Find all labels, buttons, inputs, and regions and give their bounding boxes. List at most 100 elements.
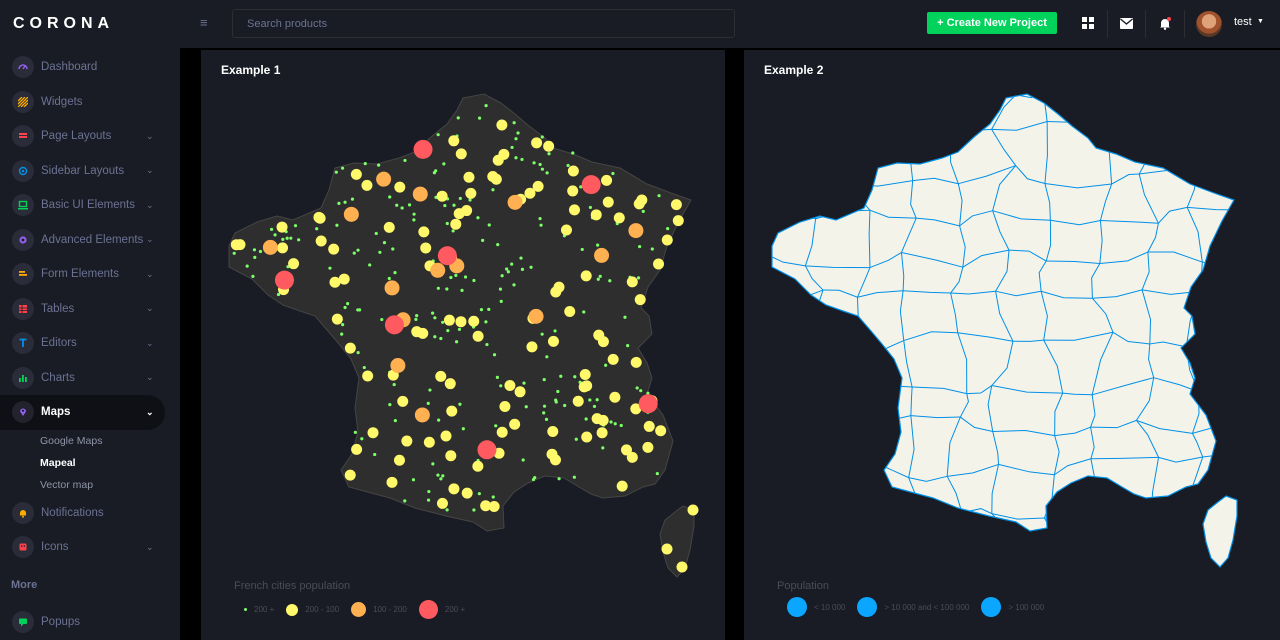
sidebar-item-label: Charts [41,371,75,384]
department-border [823,85,864,88]
city-bubble-xlarge [413,139,433,159]
city-dot-small [426,498,431,502]
department-border [801,501,806,531]
avatar[interactable] [1196,11,1222,37]
city-bubble-large [262,239,278,255]
city-dot-small [477,116,482,120]
layout-icon [12,125,34,148]
city-bubble-medium [590,209,602,221]
legend-label: < 10 000 [814,602,846,612]
city-dot-small [442,162,446,166]
chevron-down-icon: ⌄ [146,234,154,245]
city-dot-small [245,264,249,268]
department-border [817,387,825,432]
city-bubble-medium [572,395,584,407]
department-border [1197,163,1234,173]
sidebar-item-dashboard[interactable]: Dashboard [0,50,180,85]
city-dot-small [485,342,489,347]
sidebar-item-icons[interactable]: Icons ⌄ [0,530,180,565]
subnav-mapeal[interactable]: Mapeal [0,452,180,474]
sidebar-item-popups[interactable]: Popups [0,605,180,640]
sidebar-item-maps[interactable]: Maps ⌄ [0,395,165,430]
department-border [1240,458,1256,505]
city-bubble-medium [386,476,398,488]
city-bubble-medium [444,378,456,390]
menu-toggle-icon[interactable]: ≡ [200,15,208,30]
city-dot-small [335,223,339,227]
sidebar-item-label: Icons [41,541,69,554]
sidebar-item-editors[interactable]: Editors ⌄ [0,326,180,361]
france-departments-map[interactable] [744,50,1280,640]
department-border [1256,502,1280,505]
city-dot-small [499,384,503,388]
city-bubble-medium [581,431,593,443]
city-bubble-medium [543,140,555,152]
department-border [855,390,862,426]
city-bubble-xlarge [477,440,497,460]
city-dot-small [400,206,404,210]
create-project-button[interactable]: + Create New Project [927,12,1057,34]
department-border [949,94,954,134]
city-dot-small [519,256,523,260]
city-bubble-large [343,206,359,222]
city-bubble-medium [440,430,452,442]
caret-down-icon[interactable]: ▼ [1257,18,1264,25]
city-bubble-medium [461,487,473,499]
city-dot-small [340,166,345,170]
city-dot-small [496,243,500,247]
city-bubble-medium [553,281,565,293]
city-dot-small [353,430,357,434]
department-border [1236,135,1280,141]
city-dot-small [545,355,549,359]
city-dot-small [588,398,592,402]
city-dot-small [539,223,543,227]
brand-logo[interactable]: CORONA [0,0,180,48]
city-bubble-medium [514,386,526,398]
subnav-vector-map[interactable]: Vector map [0,474,180,496]
city-dot-small [382,241,387,245]
city-dot-small [436,473,440,477]
search-input[interactable] [232,9,735,38]
city-dot-small [635,386,639,390]
legend-label: 100 - 200 [373,605,407,614]
sidebar-item-sidebar-layouts[interactable]: Sidebar Layouts ⌄ [0,154,180,189]
sidebar-item-forms[interactable]: Form Elements ⌄ [0,257,180,292]
department-border [1150,513,1187,519]
city-bubble-medium [361,179,373,191]
sidebar-item-tables[interactable]: Tables ⌄ [0,292,180,327]
city-dot-small [598,274,602,278]
icons-icon [12,536,34,559]
city-bubble-medium [331,313,343,325]
user-name[interactable]: test [1234,16,1252,28]
legend-swatch-mid [857,597,878,617]
city-bubble-medium [448,483,460,495]
france-bubble-map[interactable] [201,50,725,640]
city-bubble-medium [616,480,628,492]
city-dot-small [346,302,350,306]
sidebar-item-advanced[interactable]: Advanced Elements ⌄ [0,223,180,258]
subnav-google-maps[interactable]: Google Maps [0,430,180,452]
city-dot-small [341,323,345,327]
city-dot-small [596,277,600,281]
city-dot-small [427,489,431,494]
city-dot-small [360,437,364,441]
department-border [1101,518,1107,531]
city-bubble-medium [547,426,559,438]
city-dot-small [532,161,536,165]
city-bubble-medium [411,326,423,338]
city-dot-small [258,249,263,254]
sidebar-item-charts[interactable]: Charts ⌄ [0,361,180,396]
sidebar-item-widgets[interactable]: Widgets [0,85,180,120]
sidebar-item-notifications[interactable]: Notifications [0,496,180,531]
bell-icon[interactable] [1155,13,1175,33]
city-bubble-medium [613,212,625,224]
department-border [1248,505,1257,551]
mail-icon[interactable] [1116,13,1136,33]
city-dot-small [487,307,491,311]
grid-icon[interactable] [1078,13,1098,33]
sidebar-item-page-layouts[interactable]: Page Layouts ⌄ [0,119,180,154]
sidebar: CORONA Dashboard Widgets Page Layouts ⌄ S… [0,0,180,640]
city-bubble-medium [463,171,475,183]
sidebar-item-basic-ui[interactable]: Basic UI Elements ⌄ [0,188,180,223]
city-bubble-medium [687,504,699,516]
